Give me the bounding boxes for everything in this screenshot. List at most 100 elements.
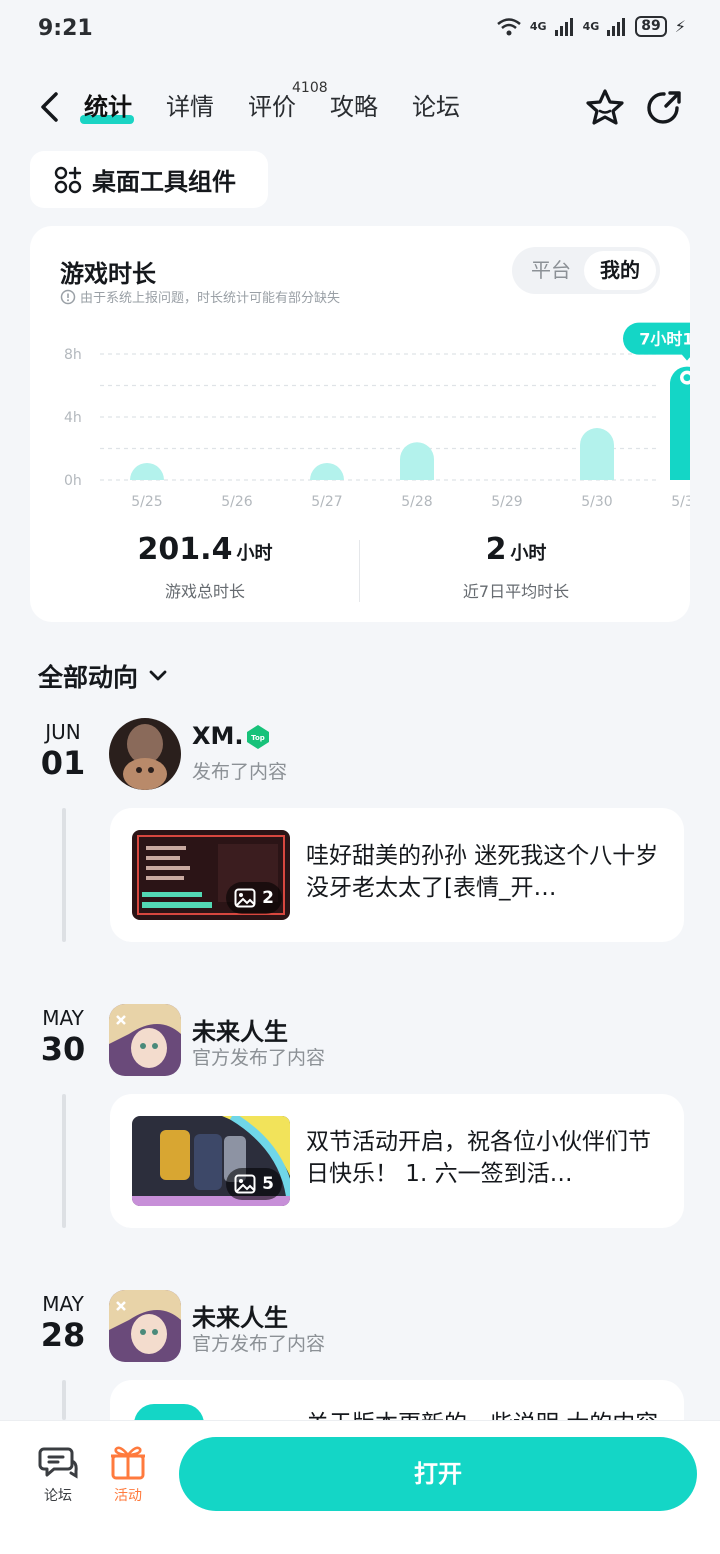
total-playtime-value: 201.4 xyxy=(137,532,233,567)
signal-icon-2 xyxy=(607,17,626,36)
playtime-chart: 8h 4h 0h 5/25 5/26 5/27 5/28 5/29 5/30 7小时12分钟 5/3… xyxy=(64,322,690,510)
image-count: 5 xyxy=(262,1174,274,1194)
average-playtime-value: 2 xyxy=(485,532,507,567)
activity-filter-dropdown[interactable]: 全部动向 xyxy=(38,658,170,694)
author-name[interactable]: 未来人生 xyxy=(192,1012,288,1047)
feed-date-month: MAY xyxy=(42,1006,84,1030)
feed-date: MAY 28 xyxy=(37,1292,89,1354)
star-icon xyxy=(586,89,624,125)
author-name[interactable]: XM. xyxy=(192,722,244,750)
timeline-line xyxy=(62,808,66,942)
chart-bar xyxy=(580,428,614,480)
back-button[interactable] xyxy=(34,88,66,126)
signal-icon xyxy=(554,17,573,36)
network-label-1: 4G xyxy=(529,20,547,33)
widgets-icon xyxy=(54,166,82,193)
y-tick-label: 0h xyxy=(64,473,82,489)
top-badge-text: Top xyxy=(251,734,265,742)
tab-details[interactable]: 详情 xyxy=(166,88,214,126)
x-tick-label: 5/31 xyxy=(671,494,690,510)
feed-date-month: JUN xyxy=(45,720,81,744)
battery-level: 89 xyxy=(635,16,667,37)
x-tick-label: 5/28 xyxy=(401,494,432,510)
y-tick-label: 4h xyxy=(64,410,82,426)
average-playtime: 2 小时 xyxy=(366,532,666,567)
chart-bar xyxy=(130,463,164,480)
game-avatar-image xyxy=(109,1004,181,1076)
forum-icon xyxy=(38,1447,78,1479)
forum-button[interactable]: 论坛 xyxy=(33,1443,83,1505)
x-tick-label: 5/25 xyxy=(131,494,162,510)
image-count-badge: 5 xyxy=(226,1168,282,1200)
status-time: 9:21 xyxy=(38,16,93,41)
chevron-down-icon xyxy=(149,670,167,681)
review-count-badge: 4108 xyxy=(292,80,328,96)
avatar[interactable] xyxy=(109,718,181,790)
bottom-action-bar: 论坛 活动 打开 xyxy=(0,1420,720,1554)
share-icon xyxy=(647,91,681,124)
x-tick-label: 5/27 xyxy=(311,494,342,510)
status-icons: 4G 4G 89 ⚡ xyxy=(496,16,686,37)
game-avatar-image xyxy=(109,1290,181,1362)
network-label-2: 4G xyxy=(582,20,600,33)
game-avatar[interactable] xyxy=(109,1290,181,1362)
tab-reviews[interactable]: 评价 xyxy=(248,88,296,126)
activity-button[interactable]: 活动 xyxy=(103,1443,153,1505)
chart-bar xyxy=(310,463,344,480)
image-count: 2 xyxy=(262,888,274,908)
timeline-line xyxy=(62,1380,66,1420)
post-thumbnail: 5 xyxy=(132,1116,290,1206)
author-action: 发布了内容 xyxy=(192,761,288,783)
post-text: 双节活动开启，祝各位小伙伴们节日快乐！ 1. 六一签到活… xyxy=(306,1129,651,1187)
image-icon xyxy=(234,888,256,908)
forum-label: 论坛 xyxy=(44,1488,72,1504)
feed-header-label: 全部动向 xyxy=(38,663,139,692)
average-playtime-label: 近7日平均时长 xyxy=(462,582,570,601)
top-badge: Top xyxy=(246,724,270,754)
tab-bar: 统计 详情 评价 攻略 论坛 xyxy=(80,88,494,126)
post-thumbnail: 2 xyxy=(132,830,290,920)
feed-date-month: MAY xyxy=(42,1292,84,1316)
tab-stats[interactable]: 统计 xyxy=(80,88,134,126)
top-badge-icon: Top xyxy=(247,725,269,749)
post-card[interactable]: 5 双节活动开启，祝各位小伙伴们节日快乐！ 1. 六一签到活… xyxy=(110,1094,684,1228)
feed-date-day: 01 xyxy=(40,744,86,782)
post-card[interactable]: 2 哇好甜美的孙孙 迷死我这个八十岁没牙老太太了[表情_开… xyxy=(110,808,684,942)
author-name[interactable]: 未来人生 xyxy=(192,1298,288,1333)
x-tick-label: 5/30 xyxy=(581,494,612,510)
image-icon xyxy=(234,1174,256,1194)
playtime-card: 游戏时长 由于系统上报问题，时长统计可能有部分缺失 平台 我的 8h 4h 0h 5/… xyxy=(30,226,690,622)
avatar-image xyxy=(109,718,181,790)
activity-label: 活动 xyxy=(114,1488,142,1504)
widget-chip-label: 桌面工具组件 xyxy=(92,168,236,196)
tab-guides[interactable]: 攻略 xyxy=(330,88,378,126)
total-playtime-label: 游戏总时长 xyxy=(164,582,245,601)
feed-date-day: 30 xyxy=(40,1030,86,1068)
gift-icon xyxy=(111,1446,145,1480)
image-count-badge: 2 xyxy=(226,882,282,914)
total-playtime: 201.4 小时 xyxy=(55,532,355,567)
stats-divider xyxy=(359,540,360,602)
share-button[interactable] xyxy=(644,88,684,128)
total-playtime-unit: 小时 xyxy=(236,543,273,564)
chart-bar xyxy=(400,442,434,480)
highlight-label: 7小时12分钟 xyxy=(639,330,690,349)
wifi-icon xyxy=(497,17,521,35)
feed-date: MAY 30 xyxy=(37,1006,89,1068)
desktop-widget-button[interactable]: 桌面工具组件 xyxy=(30,151,268,208)
author-action: 官方发布了内容 xyxy=(192,1047,326,1069)
post-text: 哇好甜美的孙孙 迷死我这个八十岁没牙老太太了[表情_开… xyxy=(306,843,659,901)
feed-date-day: 28 xyxy=(40,1316,86,1354)
charging-icon: ⚡ xyxy=(674,17,686,36)
timeline-line xyxy=(62,1094,66,1228)
highlight-label-pointer xyxy=(681,353,690,361)
tab-forum[interactable]: 论坛 xyxy=(412,88,460,126)
game-avatar[interactable] xyxy=(109,1004,181,1076)
favorite-button[interactable] xyxy=(584,86,626,128)
x-tick-label: 5/29 xyxy=(491,494,522,510)
average-playtime-unit: 小时 xyxy=(510,543,547,564)
y-tick-label: 8h xyxy=(64,347,82,363)
author-action: 官方发布了内容 xyxy=(192,1333,326,1355)
feed-date: JUN 01 xyxy=(37,720,89,782)
open-game-button[interactable]: 打开 xyxy=(179,1437,697,1511)
